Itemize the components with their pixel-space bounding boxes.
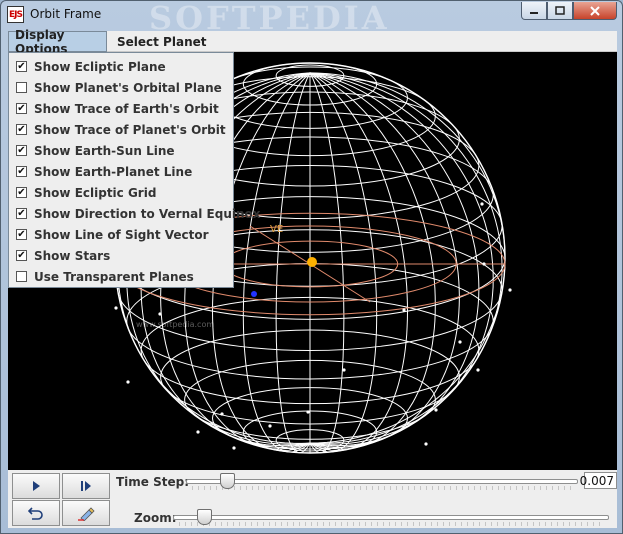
star	[306, 410, 310, 414]
menu-bar: Display Options Select Planet	[8, 28, 617, 56]
display-options-menu: ✔ Show Ecliptic Plane Show Planet's Orbit…	[8, 52, 261, 288]
menu-option-show-ecliptic-grid[interactable]: ✔ Show Ecliptic Grid	[9, 182, 233, 203]
menu-option-show-planet-orbital-plane[interactable]: Show Planet's Orbital Plane	[9, 77, 233, 98]
menu-option-show-earth-sun-line[interactable]: ✔ Show Earth-Sun Line	[9, 140, 233, 161]
menu-select-planet[interactable]: Select Planet	[111, 31, 212, 52]
meridian-line	[242, 72, 311, 453]
window-title: Orbit Frame	[30, 7, 102, 21]
meridian-line	[309, 72, 436, 450]
minimize-icon	[530, 11, 538, 14]
menu-option-show-ecliptic-plane[interactable]: ✔ Show Ecliptic Plane	[9, 56, 233, 77]
menu-option-show-trace-earth-orbit[interactable]: ✔ Show Trace of Earth's Orbit	[9, 98, 233, 119]
play-icon	[33, 481, 40, 491]
star	[402, 308, 406, 312]
checkbox: ✔	[16, 102, 27, 114]
star	[114, 306, 118, 310]
time-step-value-field[interactable]: 0.007	[580, 472, 617, 489]
step-forward-icon	[81, 481, 91, 491]
checkbox: ✔	[16, 165, 27, 177]
step-forward-button[interactable]	[62, 473, 110, 499]
zoom-slider[interactable]	[173, 507, 609, 527]
star	[482, 262, 486, 266]
checkbox	[16, 271, 27, 282]
menu-option-show-trace-planet-orbit[interactable]: ✔ Show Trace of Planet's Orbit	[9, 119, 233, 140]
checkbox: ✔	[16, 249, 27, 261]
checkbox: ✔	[16, 207, 27, 219]
watermark-small: www.softpedia.com	[136, 320, 214, 329]
zoom-label: Zoom:	[134, 511, 177, 525]
checkbox: ✔	[16, 228, 27, 240]
time-step-slider-thumb[interactable]	[220, 473, 235, 489]
zoom-slider-thumb[interactable]	[197, 509, 212, 525]
orbit-frame-window: EJS Orbit Frame SOFTPEDIA Display Option…	[0, 0, 623, 534]
checkbox: ✔	[16, 60, 27, 72]
menu-option-show-line-of-sight[interactable]: ✔ Show Line of Sight Vector	[9, 224, 233, 245]
reset-button[interactable]	[12, 500, 60, 526]
clear-trace-button[interactable]	[62, 500, 110, 526]
app-icon: EJS	[7, 6, 24, 23]
sun	[307, 257, 317, 267]
menu-display-options[interactable]: Display Options	[8, 28, 107, 56]
menu-option-show-earth-planet-line[interactable]: ✔ Show Earth-Planet Line	[9, 161, 233, 182]
checkbox	[16, 82, 27, 93]
star	[158, 312, 162, 316]
meridian-line	[275, 72, 311, 454]
control-panel: Time Step: 0.007 Zoom:	[8, 470, 617, 528]
star	[220, 412, 224, 416]
menu-option-use-transparent-planes[interactable]: Use Transparent Planes	[9, 266, 233, 287]
star	[268, 424, 272, 428]
maximize-button[interactable]	[547, 2, 573, 20]
meridian-line	[309, 72, 506, 444]
checkbox: ✔	[16, 186, 27, 198]
vernal-equinox-label: VE	[270, 224, 283, 235]
close-button[interactable]	[573, 2, 617, 20]
planet	[251, 291, 257, 297]
star	[508, 288, 512, 292]
star	[476, 368, 480, 372]
menu-option-show-vernal-equinox[interactable]: ✔ Show Direction to Vernal Equinox	[9, 203, 261, 224]
time-step-slider[interactable]	[186, 471, 578, 491]
star	[480, 202, 484, 206]
star	[424, 442, 428, 446]
title-bar[interactable]: EJS Orbit Frame SOFTPEDIA	[1, 0, 622, 37]
time-step-label: Time Step:	[116, 475, 190, 489]
clear-trace-icon	[78, 507, 95, 521]
star	[458, 340, 462, 344]
reset-icon	[28, 507, 43, 520]
star	[126, 380, 130, 384]
maximize-icon	[555, 5, 565, 15]
meridian-line	[309, 72, 378, 453]
menu-option-show-stars[interactable]: ✔ Show Stars	[9, 245, 233, 266]
meridian-line	[309, 72, 460, 448]
checkbox: ✔	[16, 144, 27, 156]
star	[196, 430, 200, 434]
meridian-line	[309, 72, 409, 451]
star	[342, 368, 346, 372]
star	[434, 408, 438, 412]
minimize-button[interactable]	[521, 2, 547, 20]
star	[232, 446, 236, 450]
play-button[interactable]	[12, 473, 60, 499]
checkbox: ✔	[16, 123, 27, 135]
close-icon	[590, 5, 600, 16]
